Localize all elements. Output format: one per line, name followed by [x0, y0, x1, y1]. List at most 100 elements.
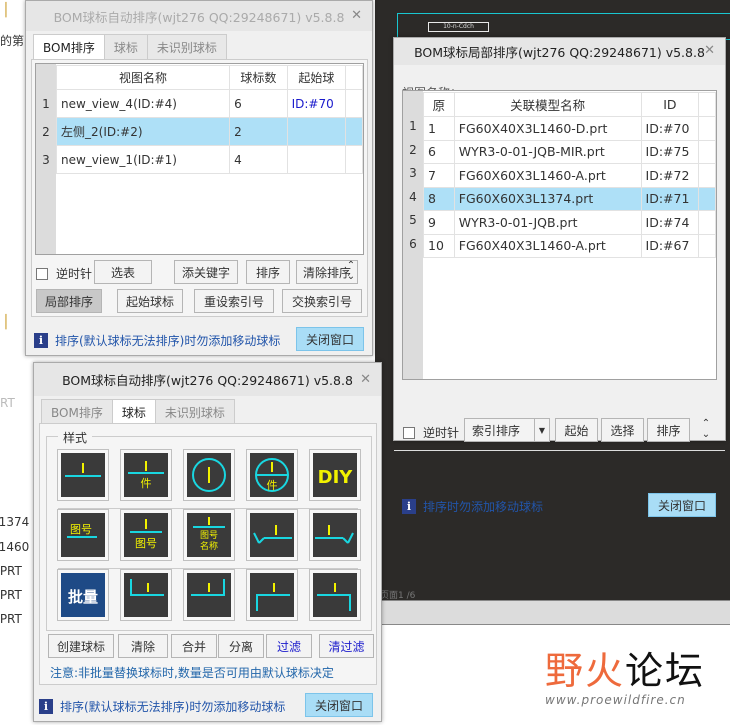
style-tile-left-bracket-up[interactable]: [120, 569, 172, 621]
underline-part-icon: 件: [124, 453, 168, 497]
window-title-bar[interactable]: BOM球标局部排序(wjt276 QQ:29248671) v5.8.8 ✕: [394, 38, 725, 65]
reset-index-button[interactable]: 重设索引号: [194, 289, 274, 313]
sort-mode-dropdown[interactable]: 索引排序 ▼: [464, 418, 550, 442]
partial-sort-button[interactable]: 局部排序: [36, 289, 102, 313]
style-tile-right-leader-v[interactable]: [309, 509, 361, 561]
info-message: i 排序时勿添加移动球标: [402, 498, 543, 515]
start-button[interactable]: 起始: [555, 418, 598, 442]
style-tile-batch[interactable]: 批量: [57, 569, 109, 621]
underline-drawing-number-icon: 图号: [124, 513, 168, 557]
move-up-down-icon[interactable]: ⌃ ⌄: [344, 260, 358, 282]
column-header-view[interactable]: 视图名称: [55, 65, 231, 90]
merge-button[interactable]: 合并: [171, 634, 217, 658]
style-tile-drawing-number-name[interactable]: 图号 名称: [183, 509, 235, 561]
window-title: BOM球标自动排序(wjt276 QQ:29248671) v5.8.8: [53, 9, 345, 25]
close-window-button[interactable]: 关闭窗口: [305, 693, 373, 717]
window-title-bar[interactable]: BOM球标自动排序(wjt276 QQ:29248671) v5.8.8 ✕: [26, 1, 372, 31]
column-header-spacer: [345, 65, 363, 90]
style-tile-underline-balloon[interactable]: [57, 449, 109, 501]
id-cell: ID:#75: [640, 139, 700, 164]
left-text: RT: [0, 396, 15, 410]
style-tile-split-circle-part[interactable]: 件: [246, 449, 298, 501]
column-header-model[interactable]: 关联模型名称: [453, 92, 642, 117]
column-header-start[interactable]: 起始球: [286, 65, 347, 90]
table-row[interactable]: 8 FG60X60X3L1374.prt ID:#71: [423, 186, 716, 211]
add-keyword-button[interactable]: 添关键字: [174, 260, 238, 284]
orig-cell: 8: [423, 186, 455, 211]
table-row[interactable]: 7 FG60X60X3L1460-A.prt ID:#72: [423, 163, 716, 188]
move-up-down-icon[interactable]: ⌃ ⌄: [699, 418, 713, 440]
model-table[interactable]: 原 关联模型名称 ID 1 FG60X40X3L1460-D.prt ID:#70 6…: [402, 90, 717, 380]
table-row[interactable]: 9 WYR3-0-01-JQB.prt ID:#74: [423, 210, 716, 235]
style-tile-right-bracket-down[interactable]: [309, 569, 361, 621]
select-button[interactable]: 选择: [601, 418, 644, 442]
tab-2[interactable]: 未识别球标: [154, 399, 235, 425]
svg-text:名称: 名称: [200, 540, 218, 552]
row-number: 2: [42, 125, 50, 139]
table-row[interactable]: new_view_1(ID:#1) 4: [55, 145, 363, 174]
close-icon[interactable]: ✕: [360, 372, 371, 387]
swap-index-button[interactable]: 交换索引号: [282, 289, 362, 313]
tab-1[interactable]: 球标: [103, 34, 148, 60]
style-tile-circle-balloon[interactable]: [183, 449, 235, 501]
style-tile-diy[interactable]: DIY: [309, 449, 361, 501]
row-number: 5: [409, 213, 417, 228]
table-row[interactable]: new_view_4(ID:#4) 6 ID:#70: [55, 89, 363, 118]
style-tile-right-bracket-up[interactable]: [183, 569, 235, 621]
ccw-label: 逆时针: [56, 267, 93, 281]
divider: [394, 450, 725, 451]
filter-button[interactable]: 过滤: [266, 634, 312, 658]
row-number: 2: [409, 142, 417, 157]
tab-1[interactable]: 球标: [111, 399, 156, 425]
info-message: i 排序(默认球标无法排序)时勿添加移动球标: [34, 332, 280, 349]
column-header-orig[interactable]: 原: [423, 92, 455, 117]
spacer-cell: [345, 145, 363, 174]
info-icon: i: [39, 699, 53, 714]
split-circle-part-icon: 件: [250, 453, 294, 497]
chevron-down-icon[interactable]: ▼: [534, 419, 549, 441]
start-balloon-button[interactable]: 起始球标: [117, 289, 183, 313]
ccw-checkbox[interactable]: 逆时针: [403, 424, 459, 441]
column-header-count[interactable]: 球标数: [229, 65, 288, 90]
close-icon[interactable]: ✕: [351, 8, 362, 23]
drawing-number-icon: 图号: [61, 513, 105, 557]
sort-mode-value: 索引排序: [472, 423, 521, 438]
count-cell: 6: [229, 89, 288, 118]
column-header-id[interactable]: ID: [640, 92, 700, 117]
column-header-spacer: [698, 92, 716, 117]
diy-icon: DIY: [313, 453, 357, 497]
style-tile-underline-part[interactable]: 件: [120, 449, 172, 501]
close-window-button[interactable]: 关闭窗口: [296, 327, 364, 351]
ccw-checkbox[interactable]: 逆时针: [36, 265, 92, 282]
style-tile-left-bracket-down[interactable]: [246, 569, 298, 621]
table-row[interactable]: 6 WYR3-0-01-JQB-MIR.prt ID:#75: [423, 139, 716, 164]
row-number: 3: [42, 153, 50, 167]
sort-button[interactable]: 排序: [647, 418, 690, 442]
info-text: 排序(默认球标无法排序)时勿添加移动球标: [55, 334, 281, 348]
close-icon[interactable]: ✕: [704, 43, 715, 58]
bom-sort-window: BOM球标自动排序(wjt276 QQ:29248671) v5.8.8 ✕ BO…: [25, 0, 373, 356]
window-title-bar[interactable]: BOM球标自动排序(wjt276 QQ:29248671) v5.8.8 ✕: [34, 363, 381, 396]
style-tile-drawing-number[interactable]: 图号: [57, 509, 109, 561]
table-row[interactable]: 10 FG60X40X3L1460-A.prt ID:#67: [423, 233, 716, 258]
count-cell: 4: [229, 145, 288, 174]
split-button[interactable]: 分离: [218, 634, 264, 658]
tab-0[interactable]: BOM排序: [41, 399, 113, 425]
create-balloon-button[interactable]: 创建球标: [48, 634, 114, 658]
sort-button[interactable]: 排序: [246, 260, 290, 284]
table-row[interactable]: 1 FG60X40X3L1460-D.prt ID:#70: [423, 116, 716, 141]
clear-filter-button[interactable]: 清过滤: [319, 634, 374, 658]
style-tile-underline-drawing-number[interactable]: 图号: [120, 509, 172, 561]
row-number: 4: [409, 189, 417, 204]
tab-2[interactable]: 未识别球标: [146, 34, 227, 60]
watermark-url: www.proewildfire.cn: [545, 693, 686, 707]
select-table-button[interactable]: 选表: [94, 260, 152, 284]
style-tile-left-leader-v[interactable]: [246, 509, 298, 561]
close-window-button[interactable]: 关闭窗口: [648, 493, 716, 517]
left-panel: │ │ 的第 RT L1374 L1460 .PRT .PRT .PRT: [0, 0, 29, 725]
tab-0[interactable]: BOM排序: [33, 34, 105, 60]
table-row[interactable]: 左侧_2(ID:#2) 2: [55, 117, 363, 146]
clear-button[interactable]: 清除: [118, 634, 168, 658]
model-cell: FG60X60X3L1460-A.prt: [453, 163, 642, 188]
view-table[interactable]: 视图名称 球标数 起始球 new_view_4(ID:#4) 6 ID:#70 左侧_…: [35, 63, 364, 255]
